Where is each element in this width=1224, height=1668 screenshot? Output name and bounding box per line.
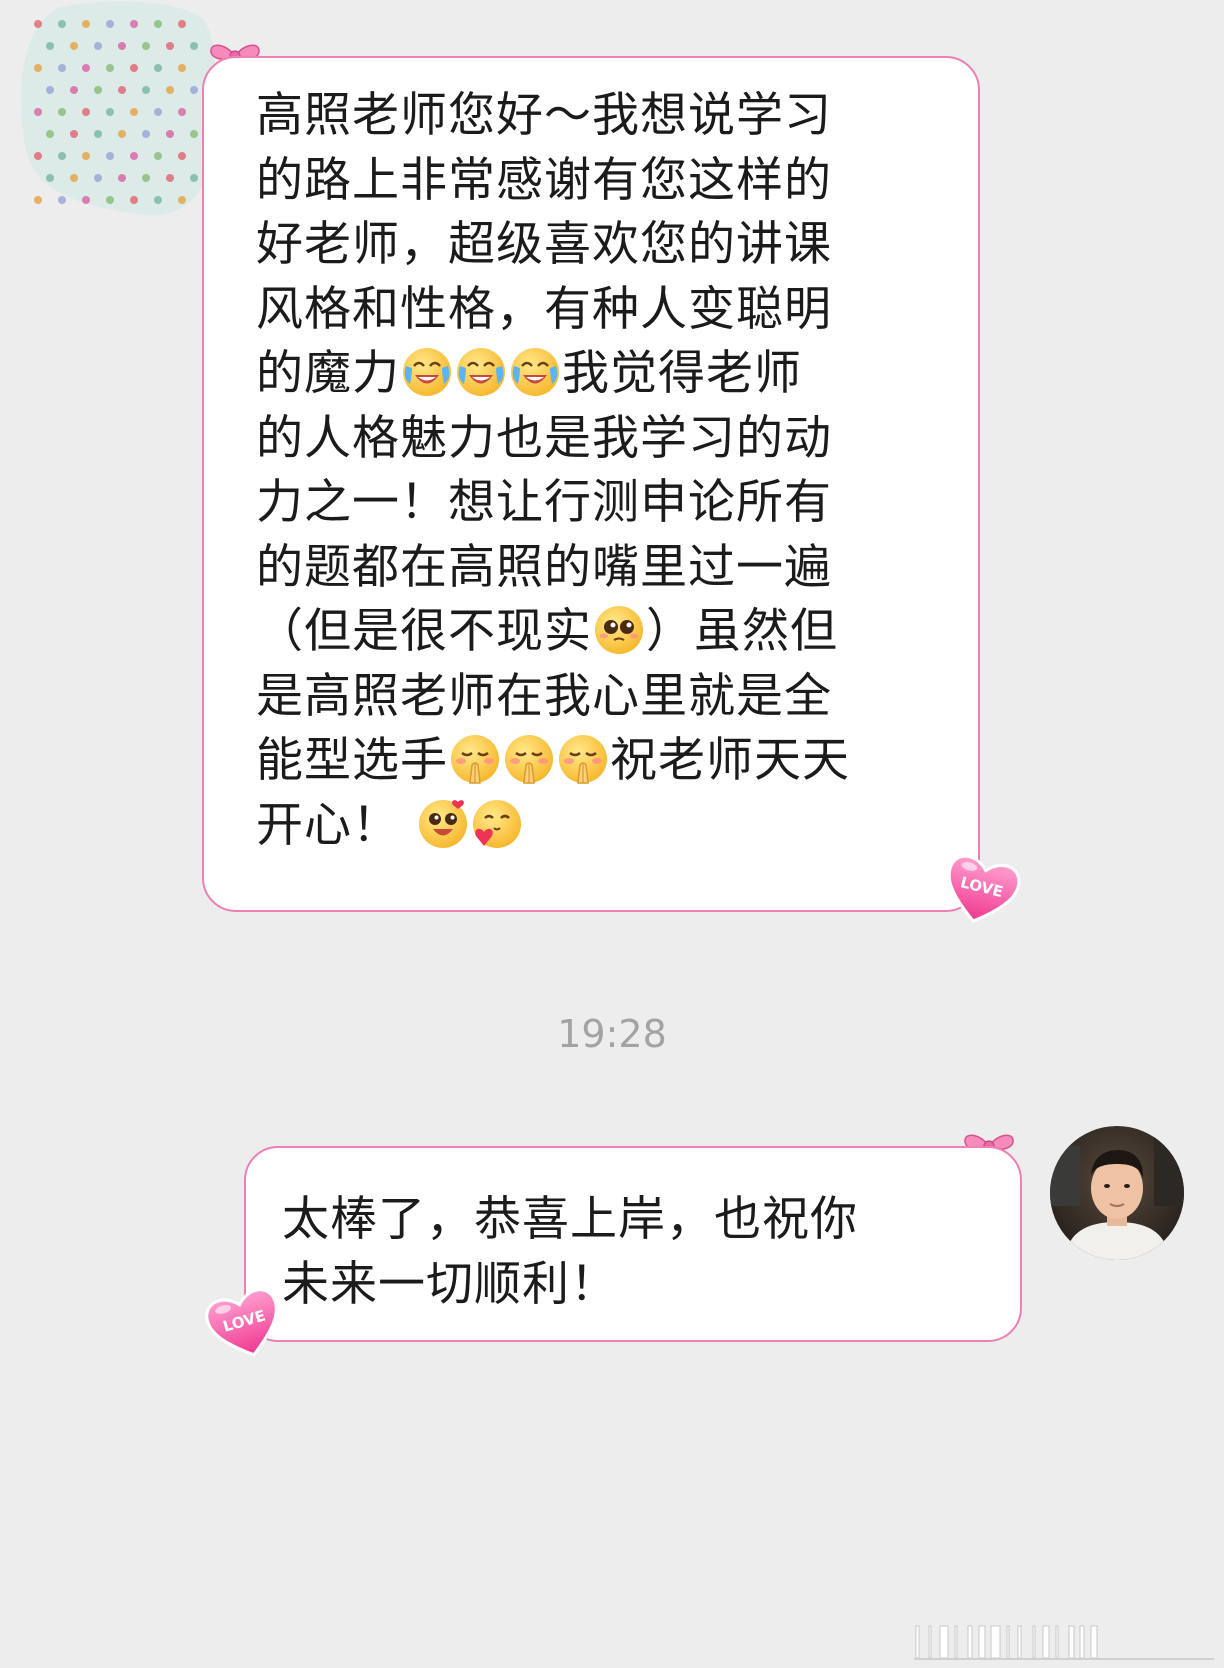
polka-dot-avatar-icon (20, 1, 215, 216)
message-line: 的人格魅力也是我学习的动 (256, 407, 938, 472)
user-avatar[interactable] (1050, 1126, 1184, 1260)
user-avatar-photo (1050, 1126, 1184, 1260)
outgoing-message-bubble[interactable]: 太棒了，恭喜上岸，也祝你 未来一切顺利！ (244, 1146, 1022, 1342)
pray-emoji-icon (451, 735, 499, 784)
message-line: 高照老师您好～我想说学习 (256, 84, 938, 149)
message-text: 太棒了，恭喜上岸，也祝你 (282, 1192, 858, 1247)
message-text: 我觉得老师 (562, 346, 802, 401)
message-line: 的路上非常感谢有您这样的 (256, 149, 938, 214)
message-text: 祝老师天天 (610, 733, 850, 788)
message-text: 高照老师您好～我想说学习 (256, 88, 832, 143)
message-line: 未来一切顺利！ (282, 1253, 980, 1318)
sender-avatar[interactable] (18, 0, 218, 230)
message-text: ）虽然但 (646, 604, 838, 659)
message-text: 的路上非常感谢有您这样的 (256, 152, 832, 208)
message-line: 开心！ (256, 794, 938, 859)
message-text: 力之一！想让行测申论所有 (256, 475, 832, 530)
message-line: 能型选手 祝老师天天 (256, 729, 938, 794)
message-timestamp: 19:28 (557, 1012, 667, 1056)
message-text: 风格和性格，有种人变聪明 (256, 281, 832, 337)
incoming-message-bubble[interactable]: 高照老师您好～我想说学习 的路上非常感谢有您这样的 好老师，超级喜欢您的讲课 风格和性… (202, 56, 980, 912)
message-text: 能型选手 (256, 733, 448, 788)
message-text: （但是很不现实 (256, 604, 592, 659)
love-eyes-emoji-icon (418, 799, 467, 848)
message-line: 是高照老师在我心里就是全 (256, 665, 938, 730)
love-heart-icon: LOVE (934, 846, 1027, 935)
message-line: 太棒了，恭喜上岸，也祝你 (282, 1188, 980, 1253)
message-text: 好老师，超级喜欢您的讲课 (256, 217, 832, 272)
heart-hug-emoji-icon (472, 799, 521, 848)
message-line: 的魔力 我觉得老师 (256, 342, 938, 407)
crying-laugh-emoji-icon (511, 348, 559, 396)
crying-laugh-emoji-icon (457, 348, 505, 396)
pleading-emoji-icon (595, 606, 643, 654)
message-line: 的题都在高照的嘴里过一遍 (256, 536, 938, 601)
message-line: 力之一！想让行测申论所有 (256, 471, 938, 536)
incoming-message-text: 高照老师您好～我想说学习 的路上非常感谢有您这样的 好老师，超级喜欢您的讲课 风格和性… (256, 84, 938, 858)
message-line: 好老师，超级喜欢您的讲课 (256, 213, 938, 278)
message-text: 未来一切顺利！ (282, 1256, 618, 1312)
message-text: 开心！ (256, 797, 416, 853)
message-text: 的魔力 (256, 346, 400, 401)
crying-laugh-emoji-icon (403, 348, 451, 396)
outgoing-message-text: 太棒了，恭喜上岸，也祝你 未来一切顺利！ (282, 1188, 980, 1317)
pray-emoji-icon (559, 735, 607, 784)
message-text: 的题都在高照的嘴里过一遍 (256, 539, 832, 595)
message-text: 是高照老师在我心里就是全 (256, 668, 832, 724)
watermark-barcode-icon (914, 1622, 1216, 1662)
message-line: 风格和性格，有种人变聪明 (256, 278, 938, 343)
message-text: 的人格魅力也是我学习的动 (256, 410, 832, 466)
message-line: （但是很不现实 ）虽然但 (256, 600, 938, 665)
pray-emoji-icon (505, 735, 553, 784)
